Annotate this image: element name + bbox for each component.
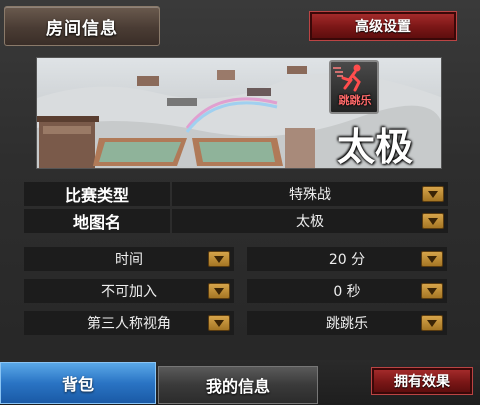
map-name-row: 地图名 太极: [24, 209, 448, 233]
match-type-row: 比赛类型 特殊战: [24, 182, 448, 206]
map-name-label: 地图名: [24, 209, 170, 233]
tab-backpack[interactable]: 背包: [0, 362, 156, 404]
map-name-overlay: 太极: [337, 124, 414, 169]
chevron-down-icon[interactable]: [422, 213, 444, 229]
mode-value-dropdown[interactable]: 跳跳乐: [247, 311, 447, 335]
chevron-down-icon[interactable]: [421, 283, 443, 299]
chevron-down-icon[interactable]: [421, 315, 443, 331]
match-type-dropdown[interactable]: 特殊战: [172, 182, 448, 206]
map-name-dropdown[interactable]: 太极: [172, 209, 448, 233]
map-name-value: 太极: [296, 214, 324, 230]
join-option: 不可加入: [101, 284, 157, 300]
chevron-down-icon[interactable]: [421, 251, 443, 267]
advanced-settings-button[interactable]: 高级设置: [309, 11, 457, 41]
join-value: 0 秒: [333, 284, 361, 300]
chevron-down-icon[interactable]: [208, 283, 230, 299]
view-option-dropdown[interactable]: 第三人称视角: [24, 311, 234, 335]
view-option: 第三人称视角: [87, 316, 171, 332]
chevron-down-icon[interactable]: [208, 315, 230, 331]
chevron-down-icon[interactable]: [208, 251, 230, 267]
match-type-value: 特殊战: [289, 187, 331, 203]
match-type-label: 比赛类型: [24, 182, 170, 206]
map-preview: 跳跳乐 太极: [36, 57, 442, 169]
chevron-down-icon[interactable]: [422, 186, 444, 202]
tab-room-info[interactable]: 房间信息: [4, 6, 160, 46]
time-limit-option: 时间: [115, 252, 143, 268]
time-limit-option-dropdown[interactable]: 时间: [24, 247, 234, 271]
runner-icon: [333, 64, 361, 92]
join-value-dropdown[interactable]: 0 秒: [247, 279, 447, 303]
time-value-dropdown[interactable]: 20 分: [247, 247, 447, 271]
time-value: 20 分: [328, 252, 366, 268]
join-option-dropdown[interactable]: 不可加入: [24, 279, 234, 303]
tab-my-info[interactable]: 我的信息: [158, 366, 318, 404]
mode-value: 跳跳乐: [326, 316, 368, 332]
owned-effects-button[interactable]: 拥有效果: [371, 367, 473, 395]
map-badge-label: 跳跳乐: [338, 94, 372, 107]
